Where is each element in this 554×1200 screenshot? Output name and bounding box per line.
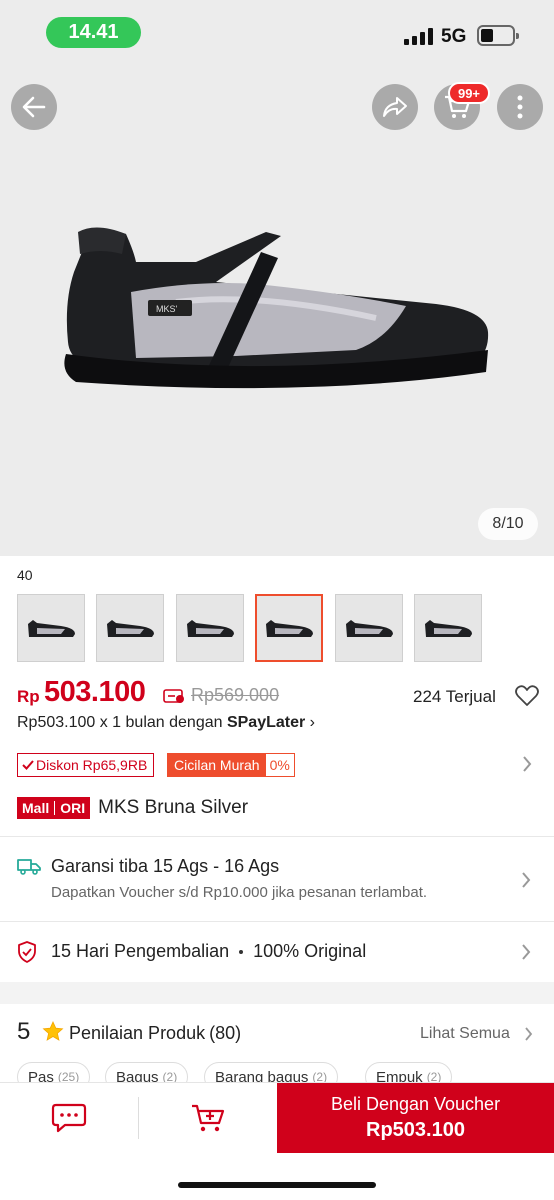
promo-badges-row[interactable]: Diskon Rp65,9RB Cicilan Murah 0% <box>17 752 542 778</box>
mall-ori-badge: Mall ORI <box>17 797 91 819</box>
buy-button-label: Beli Dengan Voucher <box>330 1094 501 1114</box>
installment-badge: Cicilan Murah 0% <box>167 753 295 777</box>
chevron-right-icon <box>525 1027 533 1041</box>
return-days: 15 Hari Pengembalian <box>51 941 230 961</box>
share-icon <box>383 97 407 117</box>
truck-icon <box>17 859 41 875</box>
buy-with-voucher-button[interactable]: Beli Dengan Voucher Rp503.100 <box>277 1083 554 1153</box>
variant-label: 40 <box>17 567 33 583</box>
product-title: MKS Bruna Silver <box>98 797 249 818</box>
chat-icon <box>51 1103 87 1133</box>
home-indicator[interactable] <box>178 1182 376 1188</box>
rating-count: (80) <box>209 1023 242 1043</box>
installment-badge-label: Cicilan Murah <box>168 754 266 776</box>
product-title-row: Mall ORI MKS Bruna Silver <box>17 796 248 820</box>
chevron-right-icon <box>522 944 531 960</box>
sold-count: 224 Terjual <box>413 687 496 706</box>
buy-button-price: Rp503.100 <box>366 1119 465 1141</box>
variant-thumbnail[interactable] <box>176 594 244 662</box>
rating-heading: Penilaian Produk (80) <box>69 1023 241 1044</box>
ori-label: ORI <box>60 800 86 816</box>
network-type: 5G <box>441 26 467 47</box>
discount-badge: Diskon Rp65,9RB <box>17 753 155 777</box>
price-value: 503.100 <box>44 676 146 708</box>
cart-count-badge: 99+ <box>448 82 490 104</box>
see-all-reviews-link[interactable]: Lihat Semua <box>420 1025 510 1043</box>
installment-brand: SPayLater <box>226 714 306 731</box>
section-gap <box>0 982 554 1004</box>
installment-badge-rate: 0% <box>269 757 290 773</box>
discount-label: Diskon Rp65,9RB <box>36 757 148 773</box>
shoe-thumbnail-image <box>107 620 154 637</box>
coin-discount-icon <box>163 689 184 703</box>
svg-text:MKS': MKS' <box>156 304 178 314</box>
more-options-button[interactable] <box>497 84 543 130</box>
chevron-right-icon <box>523 756 532 772</box>
arrow-left-icon <box>22 96 46 118</box>
original-guarantee: 100% Original <box>253 941 367 961</box>
variant-thumbnail[interactable] <box>96 594 164 662</box>
back-button[interactable] <box>11 84 57 130</box>
shoe-thumbnail-image <box>425 620 472 637</box>
status-time: 14.41 <box>46 17 141 48</box>
installment-text: Rp503.100 x 1 bulan dengan <box>17 714 227 731</box>
variant-thumbnail[interactable] <box>17 594 85 662</box>
shipping-subtitle: Dapatkan Voucher s/d Rp10.000 jika pesan… <box>51 884 428 901</box>
star-icon <box>42 1021 64 1041</box>
heart-icon[interactable] <box>515 685 539 707</box>
original-price: Rp569.000 <box>191 685 280 705</box>
return-policy-text: 15 Hari Pengembalian 100% Original <box>51 941 366 962</box>
more-vertical-icon <box>517 95 523 119</box>
price-currency: Rp <box>17 687 40 706</box>
shoe-thumbnail-image <box>28 620 75 637</box>
chevron-right-icon: › <box>309 714 315 731</box>
mall-label: Mall <box>22 800 50 816</box>
shoe-thumbnail-image <box>266 620 313 637</box>
shield-check-icon <box>18 941 36 963</box>
price-row: Rp 503.100 Rp569.000 224 Terjual <box>17 676 542 714</box>
add-to-cart-button[interactable] <box>139 1083 277 1153</box>
product-image: MKS' <box>64 227 489 389</box>
shipping-title: Garansi tiba 15 Ags - 16 Ags <box>51 856 280 876</box>
status-bar: 14.41 5G <box>0 0 554 64</box>
add-to-cart-icon <box>192 1104 225 1132</box>
chat-button[interactable] <box>0 1083 138 1153</box>
variant-thumbnail[interactable] <box>335 594 403 662</box>
rating-score: 5 <box>17 1018 31 1045</box>
divider <box>0 921 554 922</box>
shoe-thumbnail-image <box>346 620 393 637</box>
variant-thumbnail[interactable] <box>414 594 482 662</box>
rating-label: Penilaian Produk <box>69 1023 206 1043</box>
share-button[interactable] <box>372 84 418 130</box>
variant-thumbnail-selected[interactable] <box>255 594 323 662</box>
battery-icon <box>477 25 519 46</box>
image-counter: 8/10 <box>478 508 538 540</box>
check-icon <box>22 760 34 770</box>
divider <box>0 836 554 837</box>
signal-icon <box>404 27 434 45</box>
installment-link[interactable]: Rp503.100 x 1 bulan dengan SPayLater › <box>17 714 315 732</box>
shoe-thumbnail-image <box>187 620 234 637</box>
chevron-right-icon <box>522 872 531 888</box>
